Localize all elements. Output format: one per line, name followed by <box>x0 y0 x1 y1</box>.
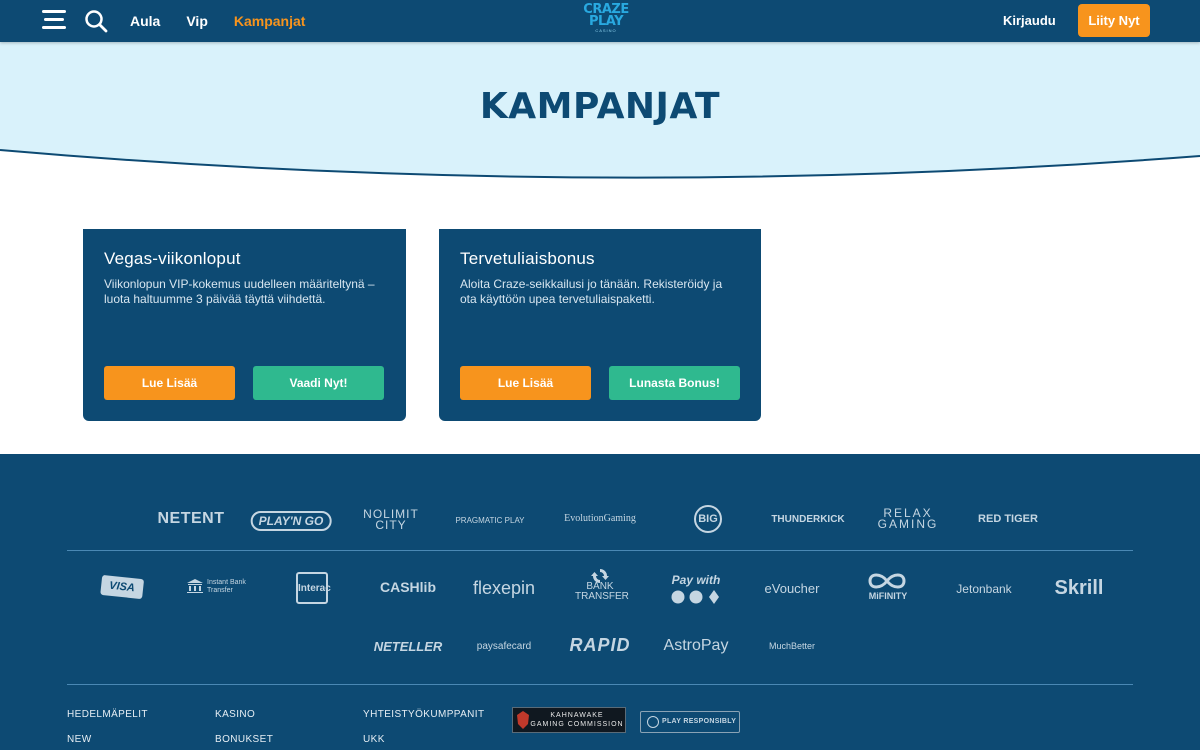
hero-banner: KAMPANJAT <box>0 42 1200 182</box>
promo-description: Aloita Craze-seikkailusi jo tänään. Reki… <box>460 277 723 306</box>
provider-logo-relax-gaming: RELAX GAMING <box>877 506 939 531</box>
payment-logo-neteller: NETELLER <box>373 639 443 654</box>
nav-link-vip[interactable]: Vip <box>186 13 208 29</box>
craze-play-logo[interactable]: CRAZE PLAY CASINO <box>580 3 632 39</box>
payment-logo-flexepin: flexepin <box>472 578 536 598</box>
footer-link-yhteistyokumppanit[interactable]: YHTEISTYÖKUMPPANIT <box>363 709 484 720</box>
payment-logo-skrill: Skrill <box>1054 577 1104 599</box>
payment-logo-cashlib: CASHlib <box>380 579 436 595</box>
kahnawake-gaming-commission-badge[interactable]: KAHNAWAKE GAMING COMMISSION <box>512 707 626 733</box>
provider-logo-evolution-gaming: EvolutionGaming <box>564 513 636 524</box>
provider-logo-big-time-gaming: BIG <box>694 505 722 533</box>
payment-logo-mifinity: MiFINITY <box>868 591 908 601</box>
nav-link-aula[interactable]: Aula <box>130 13 160 29</box>
provider-logo-netent: NETENT <box>157 510 225 527</box>
payment-logo-rapid: RAPID <box>569 635 631 655</box>
payment-logo-pay-with-crypto: Pay with <box>671 573 721 587</box>
footer-link-hedelmapelit[interactable]: HEDELMÄPELIT <box>67 709 148 720</box>
play-responsibly-label: PLAY RESPONSIBLY <box>662 718 737 725</box>
logo-line-3: CASINO <box>595 28 617 33</box>
footer-link-bonukset[interactable]: BONUKSET <box>215 734 273 745</box>
payment-logo-jetonbank: Jetonbank <box>956 582 1012 596</box>
footer-divider <box>67 684 1133 685</box>
payment-logo-visa: VISA <box>100 574 144 600</box>
promo-title: Vegas-viikonloput <box>104 249 241 268</box>
kahnawake-line-2: GAMING COMMISSION <box>530 721 624 728</box>
promo-card-welcome-bonus: Tervetuliaisbonus Aloita Craze-seikkailu… <box>439 229 761 421</box>
provider-logo-nolimit-city: NOLIMIT CITY <box>363 507 419 532</box>
crypto-coins-icon <box>671 590 719 604</box>
play-responsibly-icon <box>647 716 659 728</box>
provider-logo-red-tiger: RED TIGER <box>978 513 1038 525</box>
promo-card-vegas: Vegas-viikonloput Viikonlopun VIP-kokemu… <box>83 229 406 421</box>
payment-logo-paysafecard: paysafecard <box>476 641 532 652</box>
search-icon[interactable] <box>84 9 108 33</box>
mifinity-infinity-icon <box>868 573 906 589</box>
footer-link-kasino[interactable]: KASINO <box>215 709 255 720</box>
read-more-button[interactable]: Lue Lisää <box>460 366 591 400</box>
hamburger-menu-icon[interactable] <box>42 10 66 32</box>
claim-now-button[interactable]: Vaadi Nyt! <box>253 366 384 400</box>
claim-bonus-button[interactable]: Lunasta Bonus! <box>609 366 740 400</box>
main-nav: Aula Vip Kampanjat <box>130 0 331 42</box>
payment-logo-interac: Interac <box>296 572 331 604</box>
kahnawake-seal-icon <box>517 711 529 729</box>
footer-link-ukk[interactable]: UKK <box>363 734 385 745</box>
nav-link-kampanjat[interactable]: Kampanjat <box>234 13 306 29</box>
provider-logo-pragmatic-play: PRAGMATIC PLAY <box>455 516 525 525</box>
login-link[interactable]: Kirjaudu <box>1003 13 1056 28</box>
page-title: KAMPANJAT <box>479 86 721 127</box>
footer-divider <box>67 550 1133 551</box>
provider-logo-thunderkick: THUNDERKICK <box>771 514 845 525</box>
payment-logo-bank-transfer: BANK TRANSFER <box>575 581 629 602</box>
footer-link-new[interactable]: NEW <box>67 734 92 745</box>
play-responsibly-badge[interactable]: PLAY RESPONSIBLY <box>640 711 740 733</box>
promo-description: Viikonlopun VIP-kokemus uudelleen määrit… <box>104 277 375 306</box>
payment-logo-astropay: AstroPay <box>663 637 729 654</box>
provider-logo-playngo: PLAY'N GO <box>250 511 332 531</box>
payment-logo-muchbetter: MuchBetter <box>768 641 816 651</box>
top-navigation-bar: Aula Vip Kampanjat CRAZE PLAY CASINO Kir… <box>0 0 1200 42</box>
read-more-button[interactable]: Lue Lisää <box>104 366 235 400</box>
promo-title: Tervetuliaisbonus <box>460 249 595 268</box>
join-now-button[interactable]: Liity Nyt <box>1078 4 1150 37</box>
bank-transfer-arrows-icon <box>591 569 609 583</box>
payment-logo-evoucher: eVoucher <box>764 581 820 596</box>
kahnawake-line-1: KAHNAWAKE <box>550 712 604 719</box>
bank-building-icon <box>187 579 203 593</box>
footer: NETENT PLAY'N GO NOLIMIT CITY PRAGMATIC … <box>0 454 1200 750</box>
